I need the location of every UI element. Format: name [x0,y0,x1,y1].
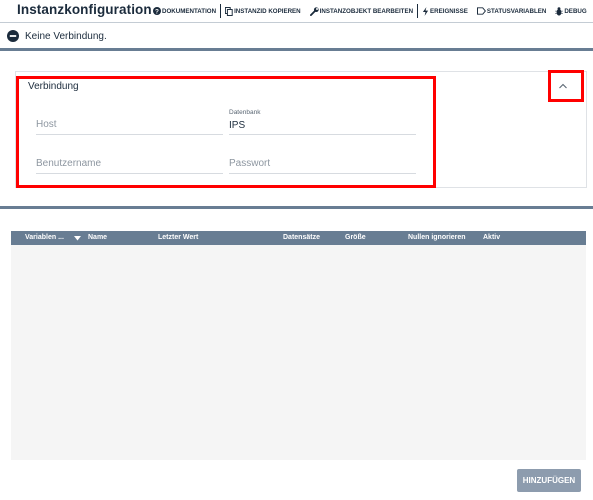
column-variables-label: Variablen ... [25,234,64,241]
help-icon: ? [153,7,161,15]
table-header: Variablen ... Name Letzter Wert Datensät… [11,231,586,245]
tag-icon [476,7,486,15]
column-variables[interactable]: Variablen ... [25,234,64,241]
connection-fields-highlight [16,76,436,188]
bug-icon [555,6,563,15]
header-bar: Instanzkonfiguration ? DOKUMENTATION INS… [0,0,593,22]
toolbar: ? DOKUMENTATION INSTANZID KOPIEREN INSTA… [153,4,587,18]
edit-instance-object-label: INSTANZOBJEKT BEARBEITEN [319,7,414,15]
copy-instance-id-label: INSTANZID KOPIEREN [234,7,301,15]
toolbar-divider [220,4,222,18]
copy-icon [225,6,233,16]
add-button[interactable]: HINZUFÜGEN [517,469,581,492]
page-title: Instanzkonfiguration [17,2,152,17]
documentation-label: DOKUMENTATION [162,7,217,15]
table-body [11,245,586,460]
column-active[interactable]: Aktiv [483,234,500,241]
edit-instance-object-button[interactable]: INSTANZOBJEKT BEARBEITEN [309,6,414,16]
toolbar-divider [417,4,419,18]
header-divider [0,22,593,23]
sort-down-icon[interactable] [74,236,81,241]
events-label: EREIGNISSE [430,7,468,15]
status-variables-label: STATUSVARIABLEN [486,7,547,15]
connection-status: Keine Verbindung. [7,30,107,42]
copy-instance-id-button[interactable]: INSTANZID KOPIEREN [225,6,301,16]
section-divider [0,206,593,209]
wrench-icon [309,6,319,16]
documentation-button[interactable]: ? DOKUMENTATION [153,7,216,15]
minus-circle-icon [7,30,19,42]
lightning-icon [422,6,429,16]
debug-button[interactable]: DEBUG [555,6,587,16]
column-name[interactable]: Name [88,234,107,241]
collapse-button-highlight [548,70,584,102]
status-variables-button[interactable]: STATUSVARIABLEN [476,7,547,15]
column-size[interactable]: Größe [345,234,366,241]
events-button[interactable]: EREIGNISSE [422,6,468,16]
debug-label: DEBUG [564,7,587,15]
column-last-value[interactable]: Letzter Wert [158,234,198,241]
status-divider [0,48,593,51]
column-records[interactable]: Datensätze [283,234,320,241]
column-ignore-zeros[interactable]: Nullen ignorieren [408,234,466,241]
svg-text:?: ? [155,8,159,15]
status-text: Keine Verbindung. [25,30,107,42]
